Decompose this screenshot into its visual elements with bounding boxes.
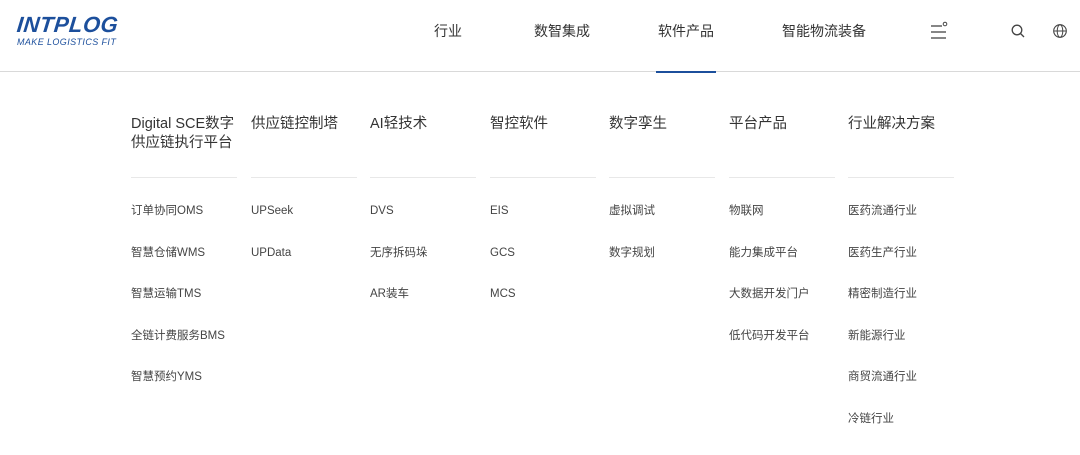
menu-column-digital-twin: 数字孪生 虚拟调试 数字规划: [609, 113, 715, 287]
column-title[interactable]: 智控软件: [490, 113, 596, 178]
menu-link[interactable]: 新能源行业: [848, 329, 954, 371]
column-title[interactable]: 平台产品: [729, 113, 835, 178]
menu-link[interactable]: 数字规划: [609, 246, 715, 288]
menu-link[interactable]: 智慧预约YMS: [131, 370, 237, 412]
globe-icon[interactable]: [1052, 23, 1070, 41]
column-title[interactable]: 供应链控制塔: [251, 113, 357, 178]
menu-link[interactable]: MCS: [490, 287, 596, 329]
menu-link[interactable]: EIS: [490, 204, 596, 246]
column-title[interactable]: Digital SCE数字供应链执行平台: [131, 113, 237, 178]
menu-link[interactable]: 智慧仓储WMS: [131, 246, 237, 288]
menu-link[interactable]: 医药流通行业: [848, 204, 954, 246]
nav-item-logistics-equipment[interactable]: 智能物流装备: [782, 0, 866, 72]
search-icon[interactable]: [1010, 23, 1028, 41]
logo-tagline: MAKE LOGISTICS FIT: [17, 37, 117, 47]
menu-link[interactable]: 订单协同OMS: [131, 204, 237, 246]
menu-column-smart-control-software: 智控软件 EIS GCS MCS: [490, 113, 596, 329]
menu-link[interactable]: 冷链行业: [848, 412, 954, 454]
menu-link[interactable]: 智慧运输TMS: [131, 287, 237, 329]
nav-item-industry[interactable]: 行业: [434, 0, 462, 72]
menu-column-control-tower: 供应链控制塔 UPSeek UPData: [251, 113, 357, 287]
menu-link[interactable]: 全链计费服务BMS: [131, 329, 237, 371]
menu-link[interactable]: 精密制造行业: [848, 287, 954, 329]
column-title[interactable]: 数字孪生: [609, 113, 715, 178]
menu-link[interactable]: 无序拆码垛: [370, 246, 476, 288]
nav-item-software-products[interactable]: 软件产品: [656, 0, 716, 73]
menu-link[interactable]: 低代码开发平台: [729, 329, 835, 371]
menu-column-platform-products: 平台产品 物联网 能力集成平台 大数据开发门户 低代码开发平台: [729, 113, 835, 370]
menu-column-ai-light-tech: AI轻技术 DVS 无序拆码垛 AR装车: [370, 113, 476, 329]
menu-link[interactable]: UPSeek: [251, 204, 357, 246]
menu-icon[interactable]: [930, 21, 948, 39]
column-title[interactable]: 行业解决方案: [848, 113, 954, 178]
nav-item-digital-integration[interactable]: 数智集成: [534, 0, 590, 72]
menu-link[interactable]: DVS: [370, 204, 476, 246]
menu-link[interactable]: 物联网: [729, 204, 835, 246]
menu-link[interactable]: UPData: [251, 246, 357, 288]
menu-link[interactable]: 医药生产行业: [848, 246, 954, 288]
intplog-logo[interactable]: INTPLOG MAKE LOGISTICS FIT: [15, 12, 129, 49]
menu-link[interactable]: 能力集成平台: [729, 246, 835, 288]
logo-wordmark: INTPLOG: [15, 12, 120, 37]
menu-column-industry-solutions: 行业解决方案 医药流通行业 医药生产行业 精密制造行业 新能源行业 商贸流通行业…: [848, 113, 954, 454]
menu-link[interactable]: 虚拟调试: [609, 204, 715, 246]
menu-link[interactable]: 大数据开发门户: [729, 287, 835, 329]
column-title[interactable]: AI轻技术: [370, 113, 476, 178]
menu-link[interactable]: GCS: [490, 246, 596, 288]
menu-column-digital-sce: Digital SCE数字供应链执行平台 订单协同OMS 智慧仓储WMS 智慧运…: [131, 113, 237, 412]
menu-link[interactable]: 商贸流通行业: [848, 370, 954, 412]
top-header: INTPLOG MAKE LOGISTICS FIT 行业 数智集成 软件产品 …: [0, 0, 1080, 73]
menu-link[interactable]: AR装车: [370, 287, 476, 329]
